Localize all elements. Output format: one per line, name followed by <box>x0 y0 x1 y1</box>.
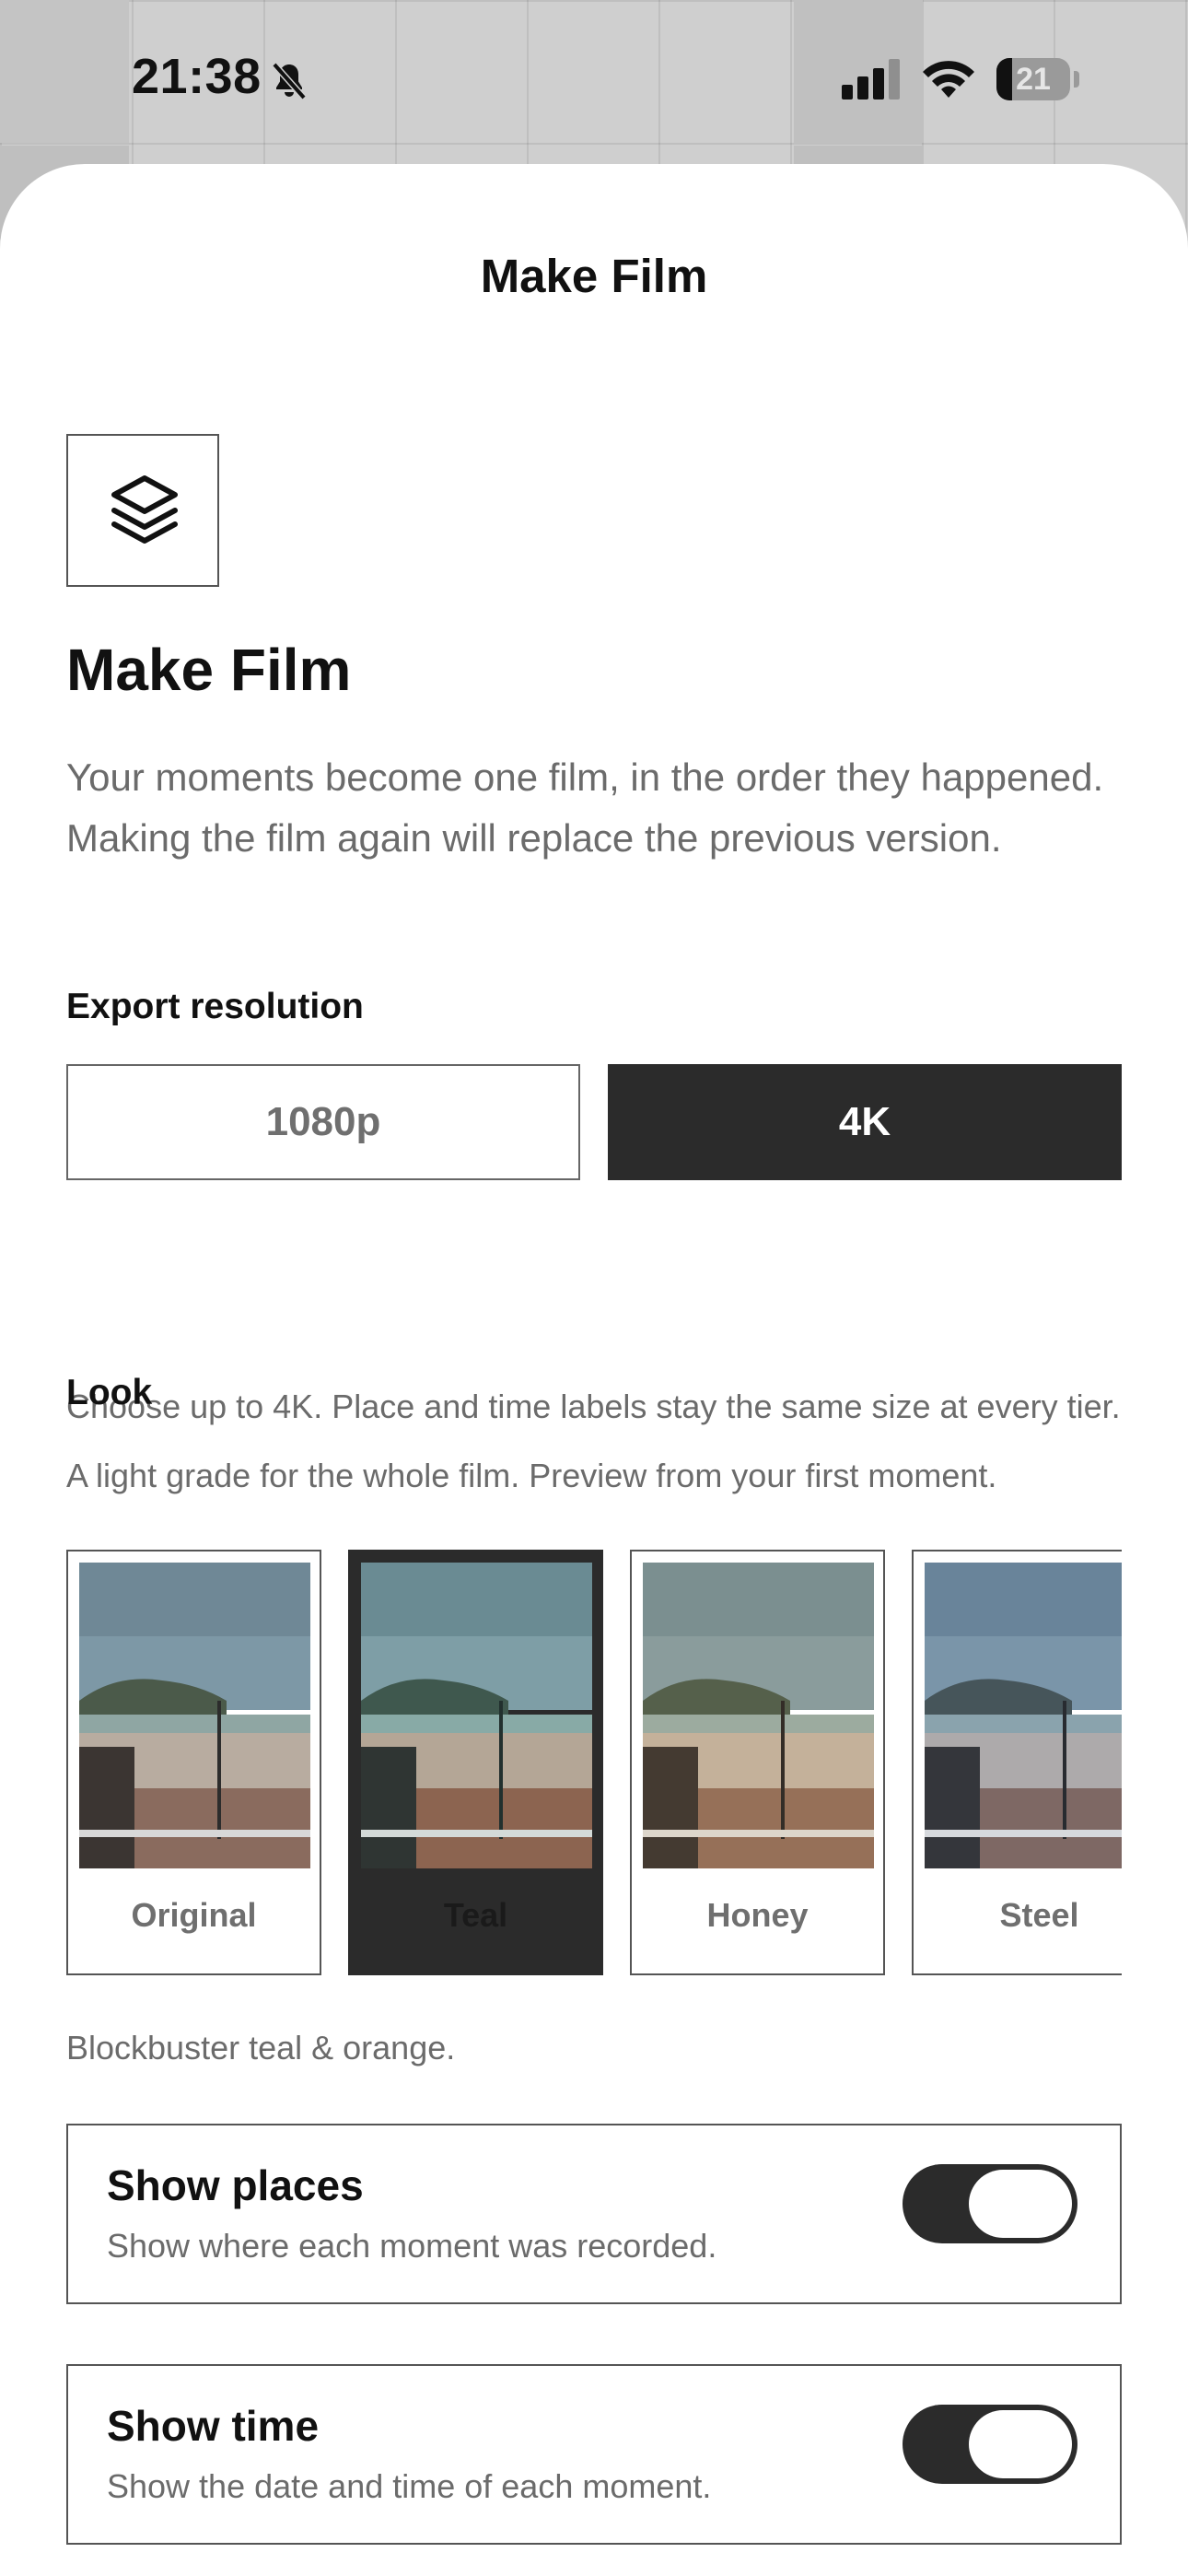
show-time-card: Show time Show the date and time of each… <box>66 2364 1122 2545</box>
export-resolution-label: Export resolution <box>66 987 364 1026</box>
look-option-label: Honey <box>706 1896 809 1934</box>
show-time-title: Show time <box>107 2402 320 2450</box>
intro-text: Your moments become one film, in the ord… <box>66 755 1104 860</box>
battery-tip <box>1074 71 1079 88</box>
status-time: 21:38 <box>132 49 262 104</box>
battery-level: 21 <box>1016 62 1051 97</box>
look-option-label: Original <box>131 1896 257 1934</box>
battery-body: 21 <box>996 58 1070 100</box>
look-option-steel[interactable]: Steel <box>912 1550 1122 1975</box>
toggle-knob <box>969 2170 1072 2238</box>
look-carousel[interactable]: Original Teal Honey Steel <box>66 1550 1122 1975</box>
look-option-label: Teal <box>443 1896 508 1934</box>
look-option-honey[interactable]: Honey <box>630 1550 885 1975</box>
battery-indicator: 21 <box>996 58 1079 100</box>
show-places-toggle[interactable] <box>903 2164 1077 2243</box>
show-time-toggle[interactable] <box>903 2405 1077 2484</box>
resolution-option-1080p[interactable]: 1080p <box>66 1064 580 1180</box>
bell-slash-icon <box>272 62 307 100</box>
look-option-original[interactable]: Original <box>66 1550 321 1975</box>
show-places-subtitle: Show where each moment was recorded. <box>107 2227 717 2265</box>
status-bar: 21:38 21 <box>0 0 1188 161</box>
show-places-card: Show places Show where each moment was r… <box>66 2124 1122 2304</box>
resolution-helper-text: Choose up to 4K. Place and time labels s… <box>66 1388 1121 1425</box>
look-helper-text: A light grade for the whole film. Previe… <box>66 1457 997 1494</box>
cellular-signal-icon <box>842 59 900 100</box>
look-description: Blockbuster teal & orange. <box>66 2029 456 2067</box>
look-label: Look <box>66 1373 153 1412</box>
layers-icon <box>111 475 178 544</box>
wifi-icon <box>923 61 974 98</box>
sheet-title: Make Film <box>480 250 708 302</box>
show-places-title: Show places <box>107 2161 364 2209</box>
look-option-teal[interactable]: Teal <box>348 1550 603 1975</box>
look-option-label: Steel <box>999 1896 1079 1934</box>
show-time-subtitle: Show the date and time of each moment. <box>107 2467 712 2505</box>
toggle-knob <box>969 2410 1072 2478</box>
header-icon-box <box>66 434 219 587</box>
page-heading: Make Film <box>66 637 352 703</box>
resolution-option-4k[interactable]: 4K <box>608 1064 1122 1180</box>
look-preview-image <box>79 1563 310 1868</box>
look-preview-image <box>925 1563 1122 1868</box>
look-preview-image <box>643 1563 874 1868</box>
look-preview-image <box>361 1563 592 1868</box>
